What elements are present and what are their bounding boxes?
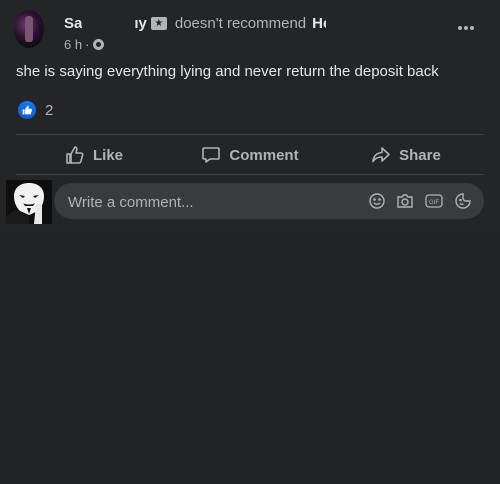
author-name-hidden: [82, 14, 135, 32]
post-body: she is saying everything lying and never…: [16, 63, 439, 80]
more-dot-icon: [470, 26, 474, 30]
page-name[interactable]: He: [312, 15, 326, 32]
more-dot-icon: [464, 26, 468, 30]
divider: [16, 174, 484, 175]
camera-icon[interactable]: [396, 192, 414, 210]
gif-icon[interactable]: GIF: [424, 192, 444, 210]
recommend-label: doesn't recommend: [174, 14, 307, 32]
emoji-icon[interactable]: [368, 192, 386, 210]
reaction-summary[interactable]: 2: [18, 101, 53, 119]
comment-label: Comment: [229, 146, 299, 164]
post-time[interactable]: 6 h: [64, 37, 82, 52]
author-name-last[interactable]: ıy: [134, 15, 147, 32]
share-label: Share: [399, 146, 441, 164]
comment-composer: GIF: [6, 180, 494, 224]
divider: [16, 134, 484, 135]
share-button[interactable]: Share: [328, 136, 484, 174]
comment-box: GIF: [54, 183, 484, 221]
share-icon: [372, 147, 390, 163]
more-options-button[interactable]: [456, 16, 476, 40]
like-button[interactable]: Like: [16, 136, 172, 174]
post-card: Sa ıy ★ doesn't recommend He 6 h · she i…: [0, 0, 500, 226]
meta-separator: ·: [85, 37, 90, 52]
comment-icon: [202, 147, 221, 163]
thumbs-up-icon: [66, 146, 84, 164]
sticker-icon[interactable]: [454, 192, 472, 210]
author-avatar[interactable]: [14, 10, 44, 48]
post-actions: Like Comment Share: [16, 136, 484, 174]
user-avatar[interactable]: [6, 180, 52, 224]
comment-button[interactable]: Comment: [172, 136, 328, 174]
recommend-icon: ★: [150, 16, 167, 30]
globe-icon: [93, 39, 105, 50]
comment-tools: GIF: [368, 192, 472, 210]
post-header: Sa ıy ★ doesn't recommend He: [64, 14, 326, 32]
comment-input[interactable]: [66, 183, 360, 221]
author-name-first[interactable]: Sa: [64, 15, 82, 32]
post-meta: 6 h ·: [64, 37, 105, 52]
reaction-count: 2: [45, 101, 54, 119]
svg-text:GIF: GIF: [429, 200, 439, 206]
more-dot-icon: [458, 26, 462, 30]
like-label: Like: [92, 146, 123, 164]
like-icon: [18, 101, 36, 119]
